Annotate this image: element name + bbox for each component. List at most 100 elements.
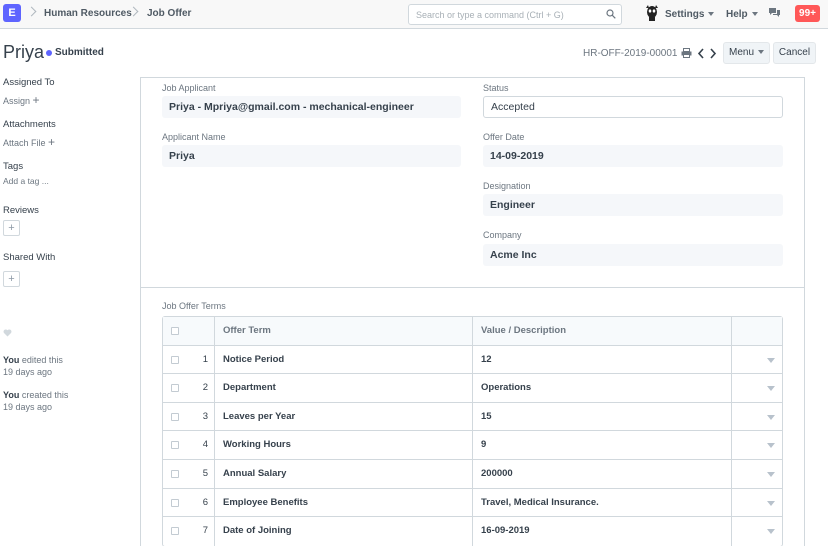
- add-share-button[interactable]: +: [3, 271, 20, 287]
- row-checkbox[interactable]: [171, 412, 179, 421]
- designation-field[interactable]: Engineer: [483, 194, 783, 216]
- like-heart-icon[interactable]: [3, 329, 12, 337]
- search-icon[interactable]: [606, 9, 616, 19]
- designation-label: Designation: [483, 181, 531, 191]
- offer-term-cell[interactable]: Date of Joining: [223, 517, 292, 546]
- column-divider: [731, 431, 732, 459]
- row-checkbox[interactable]: [171, 355, 179, 364]
- value-cell[interactable]: 16-09-2019: [481, 517, 530, 546]
- table-row[interactable]: 3 Leaves per Year 15: [163, 402, 782, 432]
- status-field[interactable]: Accepted: [483, 96, 783, 118]
- job-applicant-field[interactable]: Priya - Mpriya@gmail.com - mechanical-en…: [162, 96, 461, 118]
- chevron-down-icon: [751, 12, 758, 17]
- attachments-heading: Attachments: [3, 119, 56, 130]
- value-cell[interactable]: 200000: [481, 460, 513, 488]
- row-expand-icon[interactable]: [767, 414, 775, 420]
- column-divider: [214, 517, 215, 546]
- assign-link[interactable]: Assign +: [3, 93, 40, 107]
- activity-time: 19 days ago: [3, 402, 53, 412]
- assigned-to-heading: Assigned To: [3, 77, 55, 88]
- attach-file-label: Attach File: [3, 138, 46, 148]
- user-avatar-icon[interactable]: [644, 5, 660, 22]
- help-label: Help: [726, 9, 748, 20]
- table-row[interactable]: 7 Date of Joining 16-09-2019: [163, 517, 782, 546]
- value-cell[interactable]: 9: [481, 431, 486, 459]
- row-checkbox[interactable]: [171, 498, 179, 507]
- notifications-badge[interactable]: 99+: [795, 5, 820, 22]
- attach-file-link[interactable]: Attach File +: [3, 135, 55, 149]
- offer-date-field[interactable]: 14-09-2019: [483, 145, 783, 167]
- column-divider: [731, 517, 732, 546]
- offer-term-cell[interactable]: Leaves per Year: [223, 403, 295, 431]
- table-row[interactable]: 5 Annual Salary 200000: [163, 459, 782, 489]
- breadcrumb-separator-icon: [26, 6, 37, 17]
- document-id: HR-OFF-2019-00001: [583, 48, 678, 59]
- breadcrumb-job-offer[interactable]: Job Offer: [147, 8, 191, 19]
- app-logo[interactable]: E: [3, 4, 21, 22]
- shared-with-heading: Shared With: [3, 252, 56, 263]
- row-index: 2: [202, 382, 208, 394]
- menu-button[interactable]: Menu: [723, 42, 770, 64]
- column-header-value: Value / Description: [481, 325, 566, 336]
- column-divider: [731, 317, 732, 345]
- offer-term-cell[interactable]: Annual Salary: [223, 460, 286, 488]
- offer-term-cell[interactable]: Notice Period: [223, 346, 284, 374]
- value-cell[interactable]: 12: [481, 346, 492, 374]
- offer-term-cell[interactable]: Working Hours: [223, 431, 291, 459]
- column-divider: [214, 317, 215, 345]
- row-checkbox[interactable]: [171, 469, 179, 478]
- column-divider: [731, 374, 732, 402]
- offer-term-cell[interactable]: Employee Benefits: [223, 489, 308, 517]
- company-field[interactable]: Acme Inc: [483, 244, 783, 266]
- row-expand-icon[interactable]: [767, 471, 775, 477]
- value-cell[interactable]: Operations: [481, 374, 531, 402]
- job-applicant-label: Job Applicant: [162, 83, 216, 93]
- offer-date-label: Offer Date: [483, 132, 525, 142]
- table-row[interactable]: 2 Department Operations: [163, 374, 782, 403]
- row-expand-icon[interactable]: [767, 500, 775, 506]
- cancel-button[interactable]: Cancel: [773, 42, 816, 64]
- help-dropdown[interactable]: Help: [726, 9, 758, 20]
- offer-term-cell[interactable]: Department: [223, 374, 276, 402]
- breadcrumb-human-resources[interactable]: Human Resources: [44, 8, 132, 19]
- next-doc-icon[interactable]: [709, 48, 717, 59]
- search-input[interactable]: [409, 5, 599, 24]
- select-all-checkbox[interactable]: [171, 327, 179, 335]
- chat-icon[interactable]: [768, 7, 781, 19]
- add-review-button[interactable]: +: [3, 220, 20, 236]
- company-label: Company: [483, 230, 522, 240]
- column-header-offer-term: Offer Term: [223, 325, 271, 336]
- value-cell[interactable]: Travel, Medical Insurance.: [481, 489, 599, 517]
- reviews-heading: Reviews: [3, 205, 39, 216]
- applicant-name-field[interactable]: Priya: [162, 145, 461, 167]
- section-divider: [141, 287, 804, 288]
- table-row[interactable]: 1 Notice Period 12: [163, 345, 782, 375]
- column-divider: [472, 402, 473, 431]
- tags-heading: Tags: [3, 161, 24, 172]
- row-expand-icon[interactable]: [767, 386, 775, 392]
- column-divider: [214, 459, 215, 488]
- page-title: Priya: [3, 42, 45, 62]
- navbar: E Human Resources Job Offer Settings Hel…: [0, 0, 828, 29]
- row-index: 3: [202, 410, 208, 422]
- cancel-label: Cancel: [778, 47, 811, 58]
- previous-doc-icon[interactable]: [697, 48, 705, 59]
- print-icon[interactable]: [681, 48, 692, 58]
- row-expand-icon[interactable]: [767, 529, 775, 535]
- column-divider: [472, 488, 473, 517]
- row-checkbox[interactable]: [171, 527, 179, 536]
- table-row[interactable]: 6 Employee Benefits Travel, Medical Insu…: [163, 488, 782, 518]
- table-row[interactable]: 4 Working Hours 9: [163, 431, 782, 460]
- row-checkbox[interactable]: [171, 441, 179, 450]
- activity-item: You edited this 19 days ago: [3, 354, 63, 378]
- activity-action: created this: [21, 390, 69, 400]
- column-divider: [214, 402, 215, 431]
- column-divider: [472, 517, 473, 546]
- applicant-name-label: Applicant Name: [162, 132, 226, 142]
- value-cell[interactable]: 15: [481, 403, 492, 431]
- add-tag-link[interactable]: Add a tag ...: [3, 176, 49, 186]
- row-checkbox[interactable]: [171, 384, 179, 393]
- row-expand-icon[interactable]: [767, 357, 775, 363]
- row-expand-icon[interactable]: [767, 443, 775, 449]
- settings-dropdown[interactable]: Settings: [665, 9, 715, 20]
